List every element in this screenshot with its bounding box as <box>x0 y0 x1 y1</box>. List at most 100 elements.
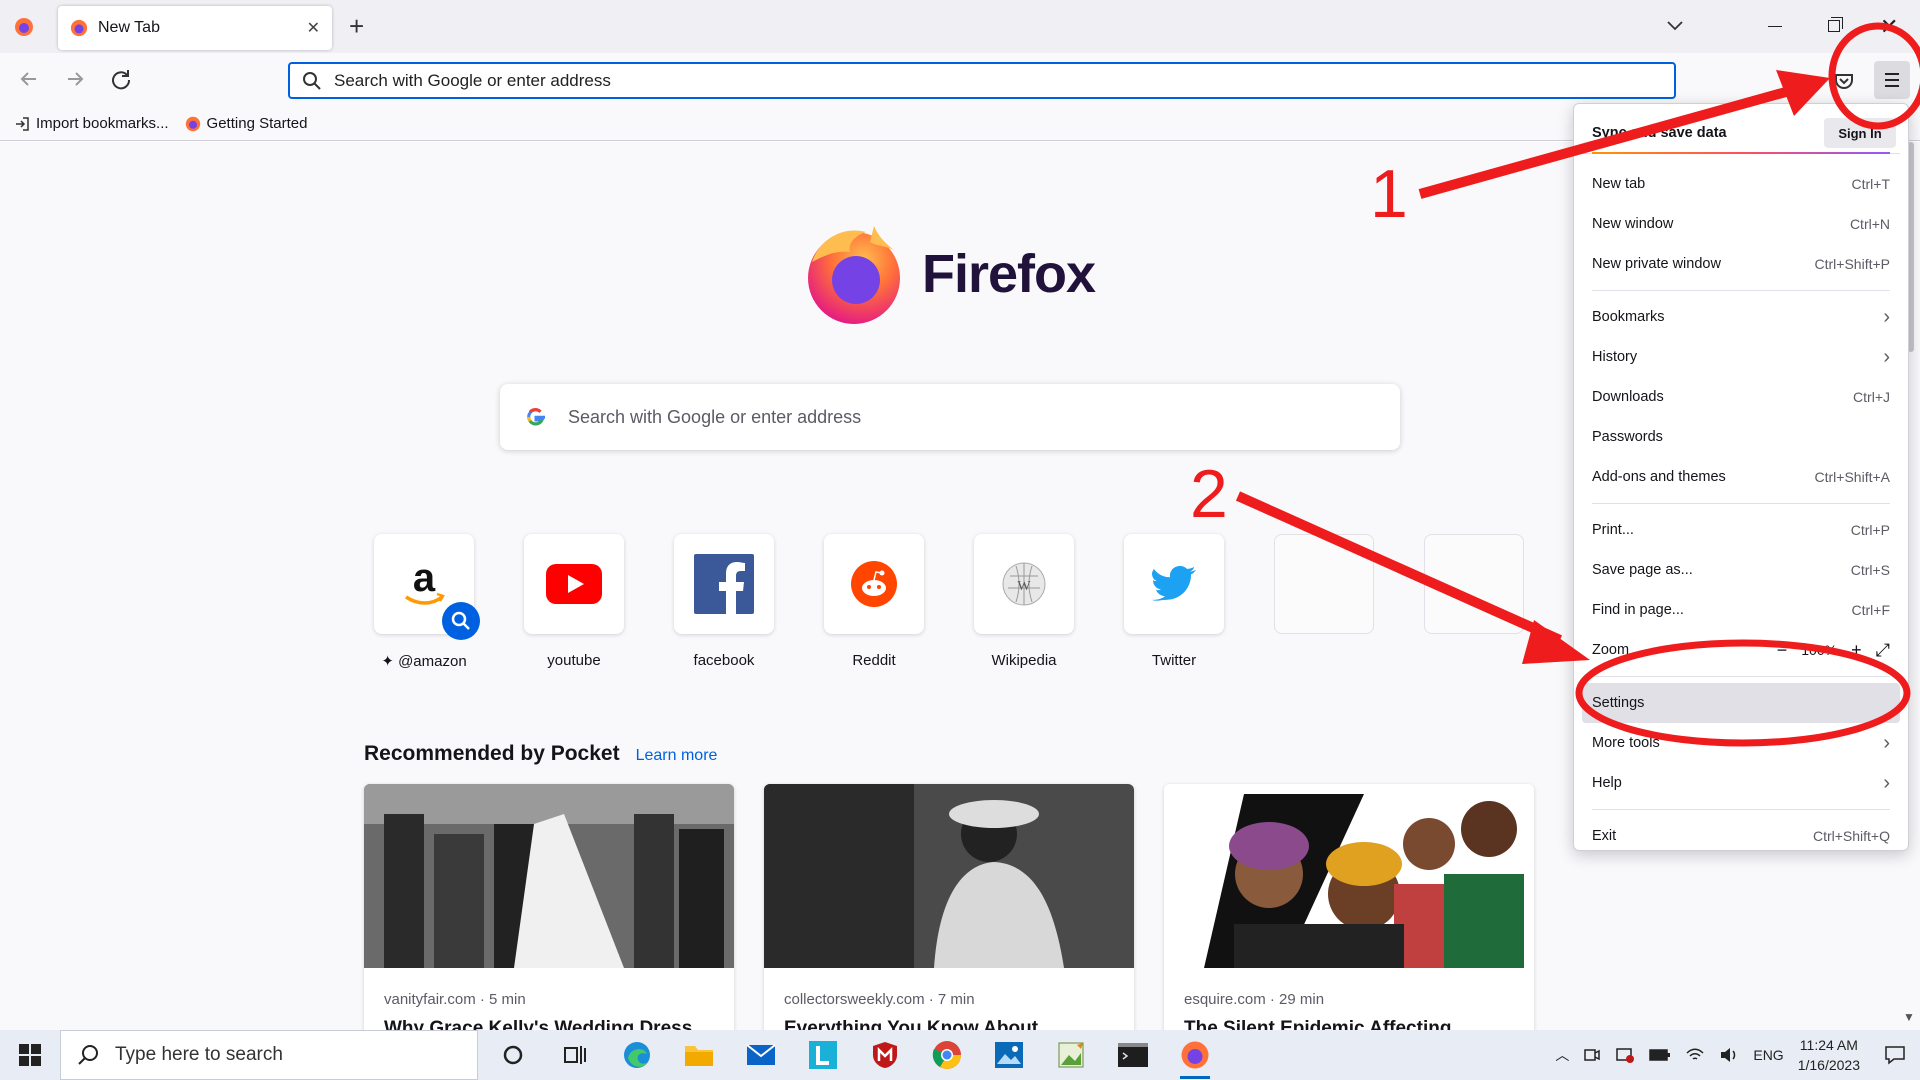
scroll-down-icon[interactable]: ▼ <box>1903 1010 1915 1024</box>
top-site-label: Wikipedia <box>991 652 1057 669</box>
menu-item-settings[interactable]: Settings <box>1582 683 1900 723</box>
nav-bar <box>0 53 1920 107</box>
close-icon[interactable]: ✕ <box>307 18 320 38</box>
pocket-icon[interactable] <box>1830 67 1858 95</box>
top-site-label: youtube <box>547 652 601 669</box>
top-site-youtube[interactable]: youtube <box>524 534 624 670</box>
terminal-icon[interactable] <box>1102 1030 1164 1080</box>
menu-item-new-tab[interactable]: New tab Ctrl+T <box>1582 164 1900 204</box>
top-site-label: ✦ @amazon <box>381 653 467 670</box>
top-site-label: Twitter <box>1151 652 1197 669</box>
top-sites: a ✦ @amazon youtube facebook Reddit W Wi… <box>374 534 1524 670</box>
zoom-in-button[interactable]: + <box>1851 640 1862 661</box>
chevron-right-icon: › <box>1883 772 1890 794</box>
notifications-icon[interactable] <box>1884 1045 1906 1065</box>
chevron-right-icon: › <box>1883 732 1890 754</box>
mcafee-icon[interactable] <box>854 1030 916 1080</box>
taskbar-apps <box>482 1030 1226 1080</box>
bookmark-import[interactable]: Import bookmarks... <box>14 115 169 132</box>
image-editor-icon[interactable] <box>1040 1030 1102 1080</box>
google-icon <box>527 408 545 426</box>
edge-icon[interactable] <box>606 1030 668 1080</box>
card-source: esquire.com · 29 min <box>1184 991 1325 1008</box>
top-site-label: facebook <box>693 652 755 669</box>
windows-start-button[interactable] <box>0 1030 60 1080</box>
window-close-button[interactable]: ✕ <box>1880 14 1898 40</box>
mail-icon[interactable] <box>730 1030 792 1080</box>
menu-item-help[interactable]: Help › <box>1582 763 1900 803</box>
menu-item-new-private-window[interactable]: New private window Ctrl+Shift+P <box>1582 244 1900 284</box>
back-icon[interactable] <box>16 66 42 92</box>
card-source: vanityfair.com · 5 min <box>384 991 526 1008</box>
menu-item-find[interactable]: Find in page... Ctrl+F <box>1582 590 1900 630</box>
task-view-icon[interactable] <box>544 1030 606 1080</box>
top-site-facebook[interactable]: facebook <box>674 534 774 670</box>
card-title: Why Grace Kelly's Wedding Dress <box>384 1018 693 1030</box>
taskbar-search[interactable]: Type here to search <box>60 1030 478 1080</box>
chevron-down-icon[interactable] <box>1664 14 1686 36</box>
menu-item-bookmarks[interactable]: Bookmarks › <box>1582 297 1900 337</box>
volume-icon[interactable] <box>1719 1047 1739 1063</box>
menu-item-print[interactable]: Print... Ctrl+P <box>1582 510 1900 550</box>
meet-now-icon[interactable] <box>1583 1046 1601 1064</box>
menu-item-exit[interactable]: Exit Ctrl+Shift+Q <box>1582 816 1900 856</box>
firefox-taskbar-icon[interactable] <box>1164 1030 1226 1080</box>
security-alert-icon[interactable] <box>1615 1046 1635 1064</box>
card-title: Everything You Know About <box>784 1018 1039 1030</box>
menu-item-more-tools[interactable]: More tools › <box>1582 723 1900 763</box>
chevron-up-icon[interactable]: ︿ <box>1555 1045 1569 1065</box>
tab-new-tab[interactable]: New Tab ✕ <box>58 6 332 50</box>
top-site-empty[interactable] <box>1274 534 1374 670</box>
cortana-icon[interactable] <box>482 1030 544 1080</box>
address-input[interactable] <box>334 70 1674 91</box>
firefox-wordmark: Firefox <box>922 244 1096 304</box>
pocket-card[interactable]: esquire.com · 29 min The Silent Epidemic… <box>1164 784 1534 1030</box>
top-site-twitter[interactable]: Twitter <box>1124 534 1224 670</box>
newtab-search-box[interactable]: Search with Google or enter address <box>500 384 1400 450</box>
top-site-empty[interactable] <box>1424 534 1524 670</box>
amazon-icon: a <box>405 559 445 605</box>
windows-icon <box>19 1044 41 1066</box>
clock-date: 1/16/2023 <box>1797 1057 1860 1073</box>
pocket-card[interactable]: collectorsweekly.com · 7 min Everything … <box>764 784 1134 1030</box>
restore-button[interactable] <box>1828 17 1843 32</box>
app-menu-panel: Sync and save data Sign In New tab Ctrl+T… <box>1573 103 1909 851</box>
reload-icon[interactable] <box>108 66 134 92</box>
new-tab-button[interactable]: + <box>349 12 364 40</box>
zoom-out-button[interactable]: − <box>1777 640 1788 661</box>
menu-item-save-page[interactable]: Save page as... Ctrl+S <box>1582 550 1900 590</box>
sign-in-button[interactable]: Sign In <box>1824 118 1896 148</box>
top-site-amazon[interactable]: a ✦ @amazon <box>374 534 480 670</box>
learn-more-link[interactable]: Learn more <box>636 747 718 765</box>
menu-item-addons[interactable]: Add-ons and themes Ctrl+Shift+A <box>1582 457 1900 497</box>
bookmark-getting-started[interactable]: Getting Started <box>185 115 308 132</box>
wifi-icon[interactable] <box>1685 1047 1705 1063</box>
chrome-icon[interactable] <box>916 1030 978 1080</box>
zoom-level[interactable]: 100% <box>1801 642 1837 658</box>
sync-row[interactable]: Sync and save data Sign In <box>1582 112 1900 154</box>
file-explorer-icon[interactable] <box>668 1030 730 1080</box>
minimize-button[interactable] <box>1768 26 1782 27</box>
menu-item-downloads[interactable]: Downloads Ctrl+J <box>1582 377 1900 417</box>
sync-label: Sync and save data <box>1592 124 1727 141</box>
address-bar[interactable] <box>288 62 1676 99</box>
clock[interactable]: 11:24 AM 1/16/2023 <box>1798 1035 1860 1075</box>
tab-title: New Tab <box>98 19 160 36</box>
article-thumbnail <box>364 784 734 968</box>
menu-item-passwords[interactable]: Passwords <box>1582 417 1900 457</box>
svg-text:a: a <box>413 559 436 600</box>
menu-item-new-window[interactable]: New window Ctrl+N <box>1582 204 1900 244</box>
language-indicator[interactable]: ENG <box>1753 1047 1783 1063</box>
photos-icon[interactable] <box>978 1030 1040 1080</box>
hamburger-menu-button[interactable] <box>1874 61 1910 99</box>
fullscreen-icon[interactable]: ⤢ <box>1876 640 1890 661</box>
firefox-icon[interactable] <box>14 17 34 37</box>
top-site-wikipedia[interactable]: W Wikipedia <box>974 534 1074 670</box>
bookmark-label: Getting Started <box>206 115 308 132</box>
forward-icon[interactable] <box>62 66 88 92</box>
launcher-l-icon[interactable] <box>792 1030 854 1080</box>
pocket-card[interactable]: vanityfair.com · 5 min Why Grace Kelly's… <box>364 784 734 1030</box>
battery-icon[interactable] <box>1649 1048 1671 1062</box>
menu-item-history[interactable]: History › <box>1582 337 1900 377</box>
top-site-reddit[interactable]: Reddit <box>824 534 924 670</box>
